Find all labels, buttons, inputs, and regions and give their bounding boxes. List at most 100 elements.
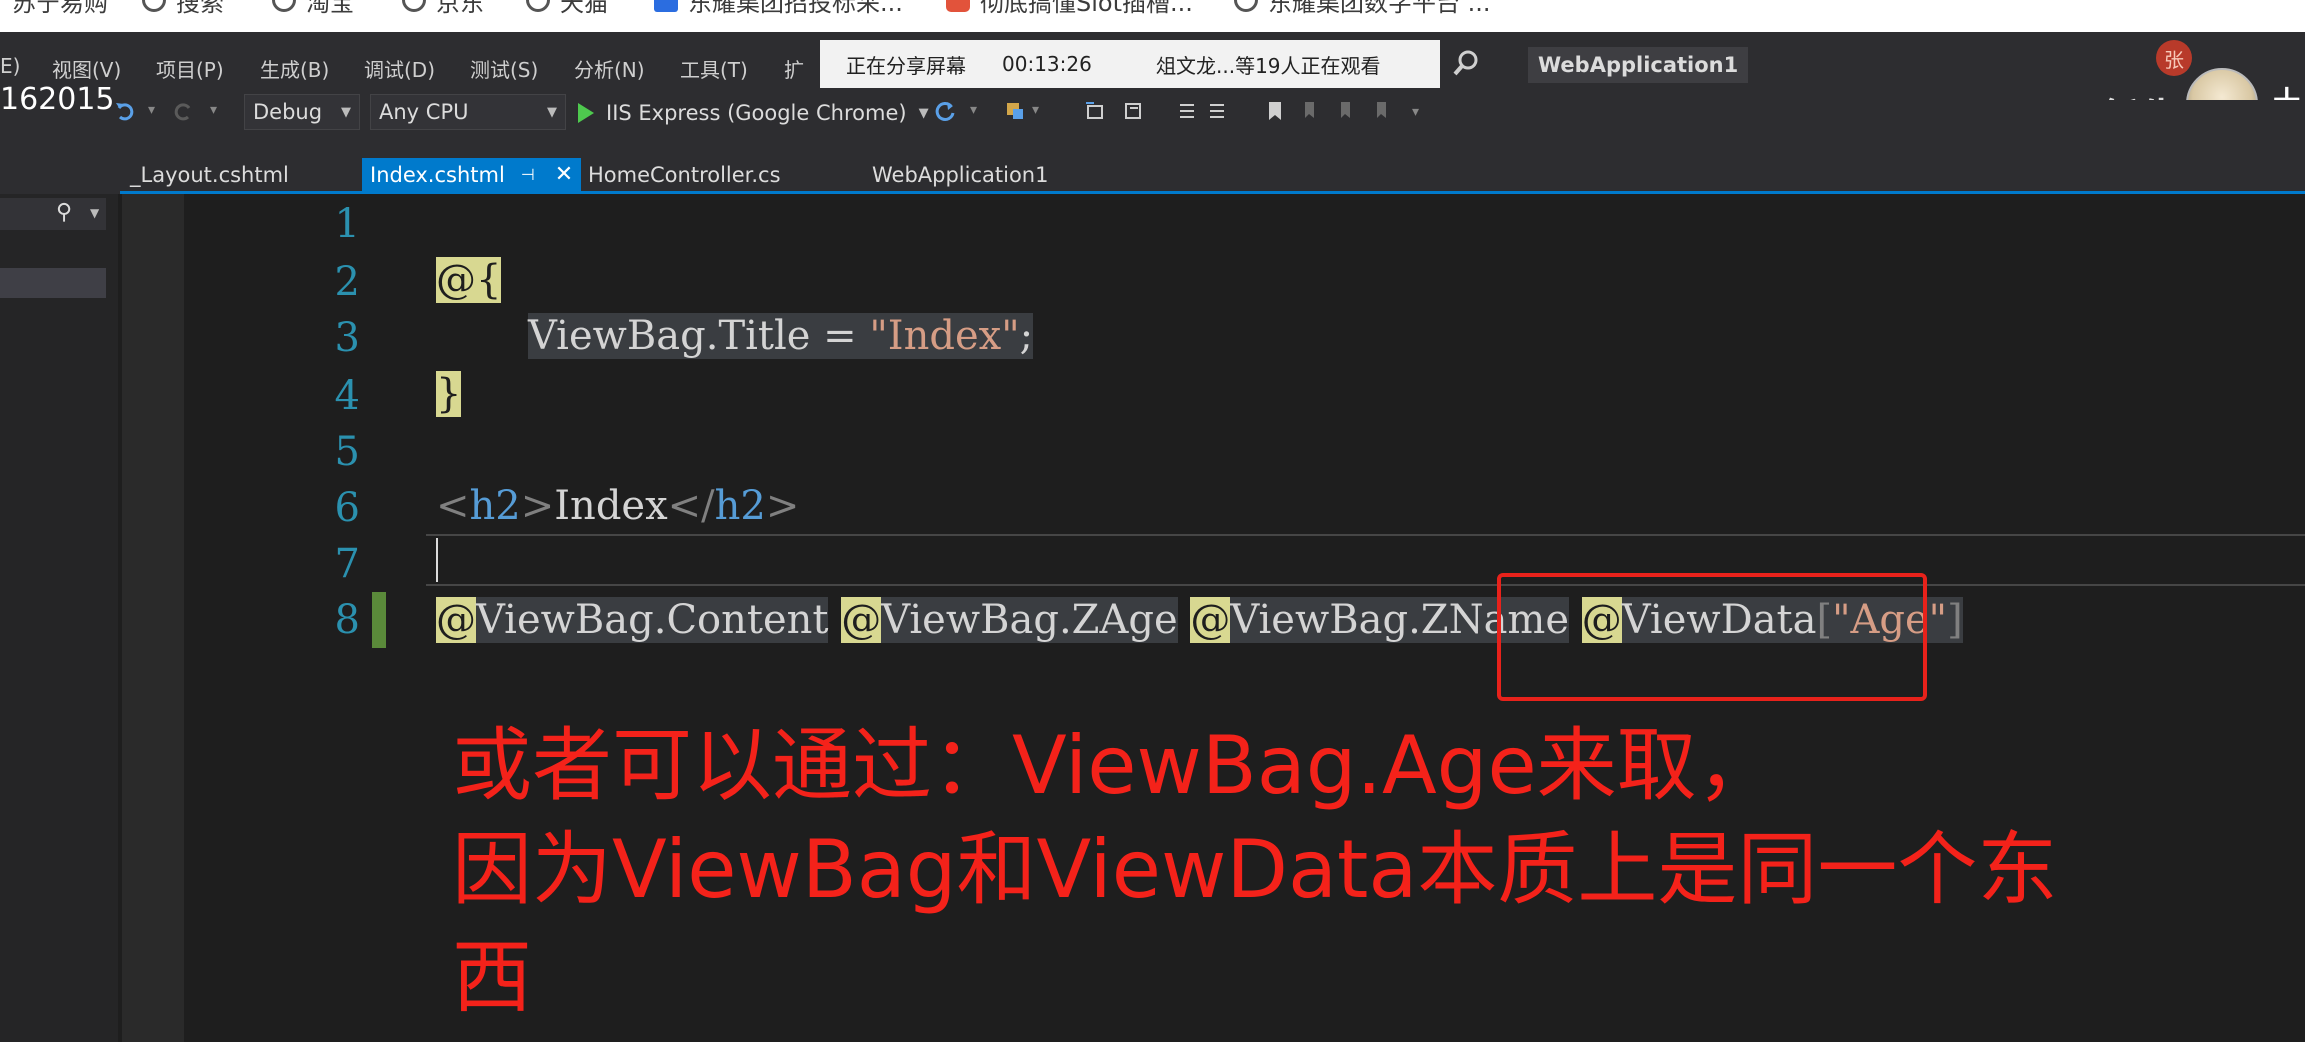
- bookmark-label: 东耀集团招投标采...: [688, 0, 903, 17]
- chevron-down-icon[interactable]: ▾: [970, 102, 977, 118]
- code-line-2: @{: [436, 252, 502, 308]
- search-input[interactable]: ⚲ ▼: [0, 198, 106, 230]
- bookmark-label: 苏宁易购: [12, 0, 108, 17]
- tab-label: WebApplication1: [872, 162, 1049, 187]
- step-over-icon[interactable]: [1122, 100, 1144, 122]
- text-caret: [436, 538, 438, 582]
- step-into-icon[interactable]: [1084, 100, 1106, 122]
- razor-at: @: [436, 597, 476, 643]
- user-badge[interactable]: 张: [2156, 40, 2192, 76]
- bookmark-item[interactable]: 天猫: [526, 0, 608, 17]
- search-icon[interactable]: [1452, 49, 1480, 77]
- bookmark-item[interactable]: 搜索: [142, 0, 224, 17]
- start-debug-button[interactable]: IIS Express (Google Chrome) ▼: [578, 96, 929, 130]
- bookmark-item[interactable]: 淘宝: [272, 0, 354, 17]
- code-punc: ]: [1947, 597, 1963, 643]
- menu-item-tools[interactable]: 工具(T): [680, 54, 748, 83]
- tab-webapplication1[interactable]: WebApplication1: [872, 158, 1048, 191]
- code-line-3: ViewBag.Title = "Index";: [528, 308, 1034, 364]
- menu-item-debug[interactable]: 调试(D): [364, 54, 435, 83]
- browser-link-icon[interactable]: [1004, 100, 1026, 122]
- code-line-4: }: [436, 366, 462, 422]
- chevron-down-icon: ▼: [918, 105, 929, 121]
- solution-explorer-panel: ▼ ⊥ ✕ ⚲ ▼: [0, 154, 118, 1042]
- search-icon: ⚲: [56, 200, 73, 225]
- line-number: 1: [334, 201, 360, 247]
- html-tag: h2: [469, 483, 521, 529]
- indicator-margin: [122, 194, 184, 1042]
- outdent-icon[interactable]: [1208, 100, 1230, 122]
- globe-icon: [526, 0, 550, 12]
- menu-item-test[interactable]: 测试(S): [470, 54, 538, 83]
- chevron-down-icon[interactable]: ▾: [210, 102, 217, 118]
- platform-select[interactable]: Any CPU ▼: [370, 94, 566, 130]
- solution-config-select[interactable]: Debug ▼: [244, 94, 360, 130]
- menu-item-view[interactable]: 视图(V): [52, 54, 121, 83]
- code-string: "Index": [869, 313, 1020, 359]
- toolbar-overflow-icon[interactable]: ▾: [1412, 104, 1419, 120]
- bookmark-item[interactable]: 苏宁易购: [12, 0, 108, 17]
- tab-homecontroller-cs[interactable]: HomeController.cs: [588, 158, 781, 191]
- menu-item[interactable]: E): [0, 54, 20, 78]
- redo-icon[interactable]: [172, 100, 194, 122]
- code-punc: >: [520, 483, 555, 529]
- play-icon: [578, 103, 594, 123]
- pin-icon[interactable]: ⊣: [521, 165, 535, 184]
- site-icon: [654, 0, 678, 12]
- bookmarks-bar: 苏宁易购 搜索 淘宝 京东 天猫 东耀集团招投标采... 彻底搞懂Slot插槽.…: [0, 0, 2305, 32]
- run-target-label: IIS Express (Google Chrome): [606, 101, 907, 125]
- razor-at: @: [1190, 597, 1231, 643]
- frame-counter: 162015: [0, 82, 115, 117]
- bookmark-item[interactable]: 京东: [402, 0, 484, 17]
- line-number: 5: [334, 429, 360, 475]
- current-line-highlight: [426, 534, 2305, 586]
- tab-index-cshtml[interactable]: Index.cshtml ⊣ ✕: [362, 158, 582, 191]
- code-text: ViewBag.Title =: [528, 313, 870, 359]
- razor-at: @: [841, 597, 882, 643]
- globe-icon: [142, 0, 166, 12]
- bookmark-label: 淘宝: [306, 0, 354, 17]
- line-number: 3: [334, 315, 360, 361]
- site-icon: [946, 0, 970, 12]
- menu-item-analyze[interactable]: 分析(N): [574, 54, 645, 83]
- line-number: 4: [334, 373, 360, 419]
- menu-item-build[interactable]: 生成(B): [260, 54, 329, 83]
- platform-value: Any CPU: [379, 100, 469, 124]
- share-timer: 00:13:26: [1002, 52, 1092, 76]
- bookmark-icon[interactable]: [1264, 100, 1286, 122]
- chevron-down-icon[interactable]: ▼: [90, 206, 99, 220]
- share-viewers[interactable]: 俎文龙...等19人正在观看: [1156, 50, 1381, 79]
- clear-bookmarks-icon[interactable]: [1372, 100, 1394, 122]
- tab-label: HomeController.cs: [588, 162, 781, 187]
- share-status: 正在分享屏幕: [846, 53, 966, 78]
- chevron-down-icon: ▼: [341, 104, 351, 120]
- tab-layout-cshtml[interactable]: _Layout.cshtml: [130, 158, 289, 191]
- close-icon[interactable]: ✕: [555, 162, 573, 187]
- prev-bookmark-icon[interactable]: [1300, 100, 1322, 122]
- tab-label: _Layout.cshtml: [130, 162, 289, 187]
- globe-icon: [272, 0, 296, 12]
- bookmark-item[interactable]: 东耀集团数字平台 ...: [1234, 0, 1491, 17]
- bookmark-label: 搜索: [176, 0, 224, 17]
- menu-item-extensions[interactable]: 扩: [784, 54, 804, 83]
- next-bookmark-icon[interactable]: [1336, 100, 1358, 122]
- bookmark-item[interactable]: 东耀集团招投标采...: [654, 0, 903, 17]
- tree-item-selected[interactable]: [0, 268, 106, 298]
- line-number: 7: [334, 541, 360, 587]
- indent-icon[interactable]: [1174, 100, 1196, 122]
- code-text: ViewBag.Content: [476, 597, 829, 643]
- line-number: 8: [334, 597, 360, 643]
- razor-brace: }: [436, 371, 462, 417]
- chevron-down-icon[interactable]: ▾: [1032, 102, 1039, 118]
- code-punc: </: [667, 483, 715, 529]
- tab-label: Index.cshtml: [370, 162, 505, 187]
- undo-icon[interactable]: [114, 100, 136, 122]
- menu-item-project[interactable]: 项目(P): [156, 54, 224, 83]
- refresh-icon[interactable]: [934, 100, 956, 122]
- globe-icon: [1234, 0, 1258, 12]
- chevron-down-icon[interactable]: ▾: [148, 102, 155, 118]
- highlight-box: [1497, 573, 1927, 701]
- bookmark-item[interactable]: 彻底搞懂Slot插槽...: [946, 0, 1193, 17]
- bookmark-label: 彻底搞懂Slot插槽...: [980, 0, 1193, 17]
- document-tab-strip: [0, 154, 2305, 194]
